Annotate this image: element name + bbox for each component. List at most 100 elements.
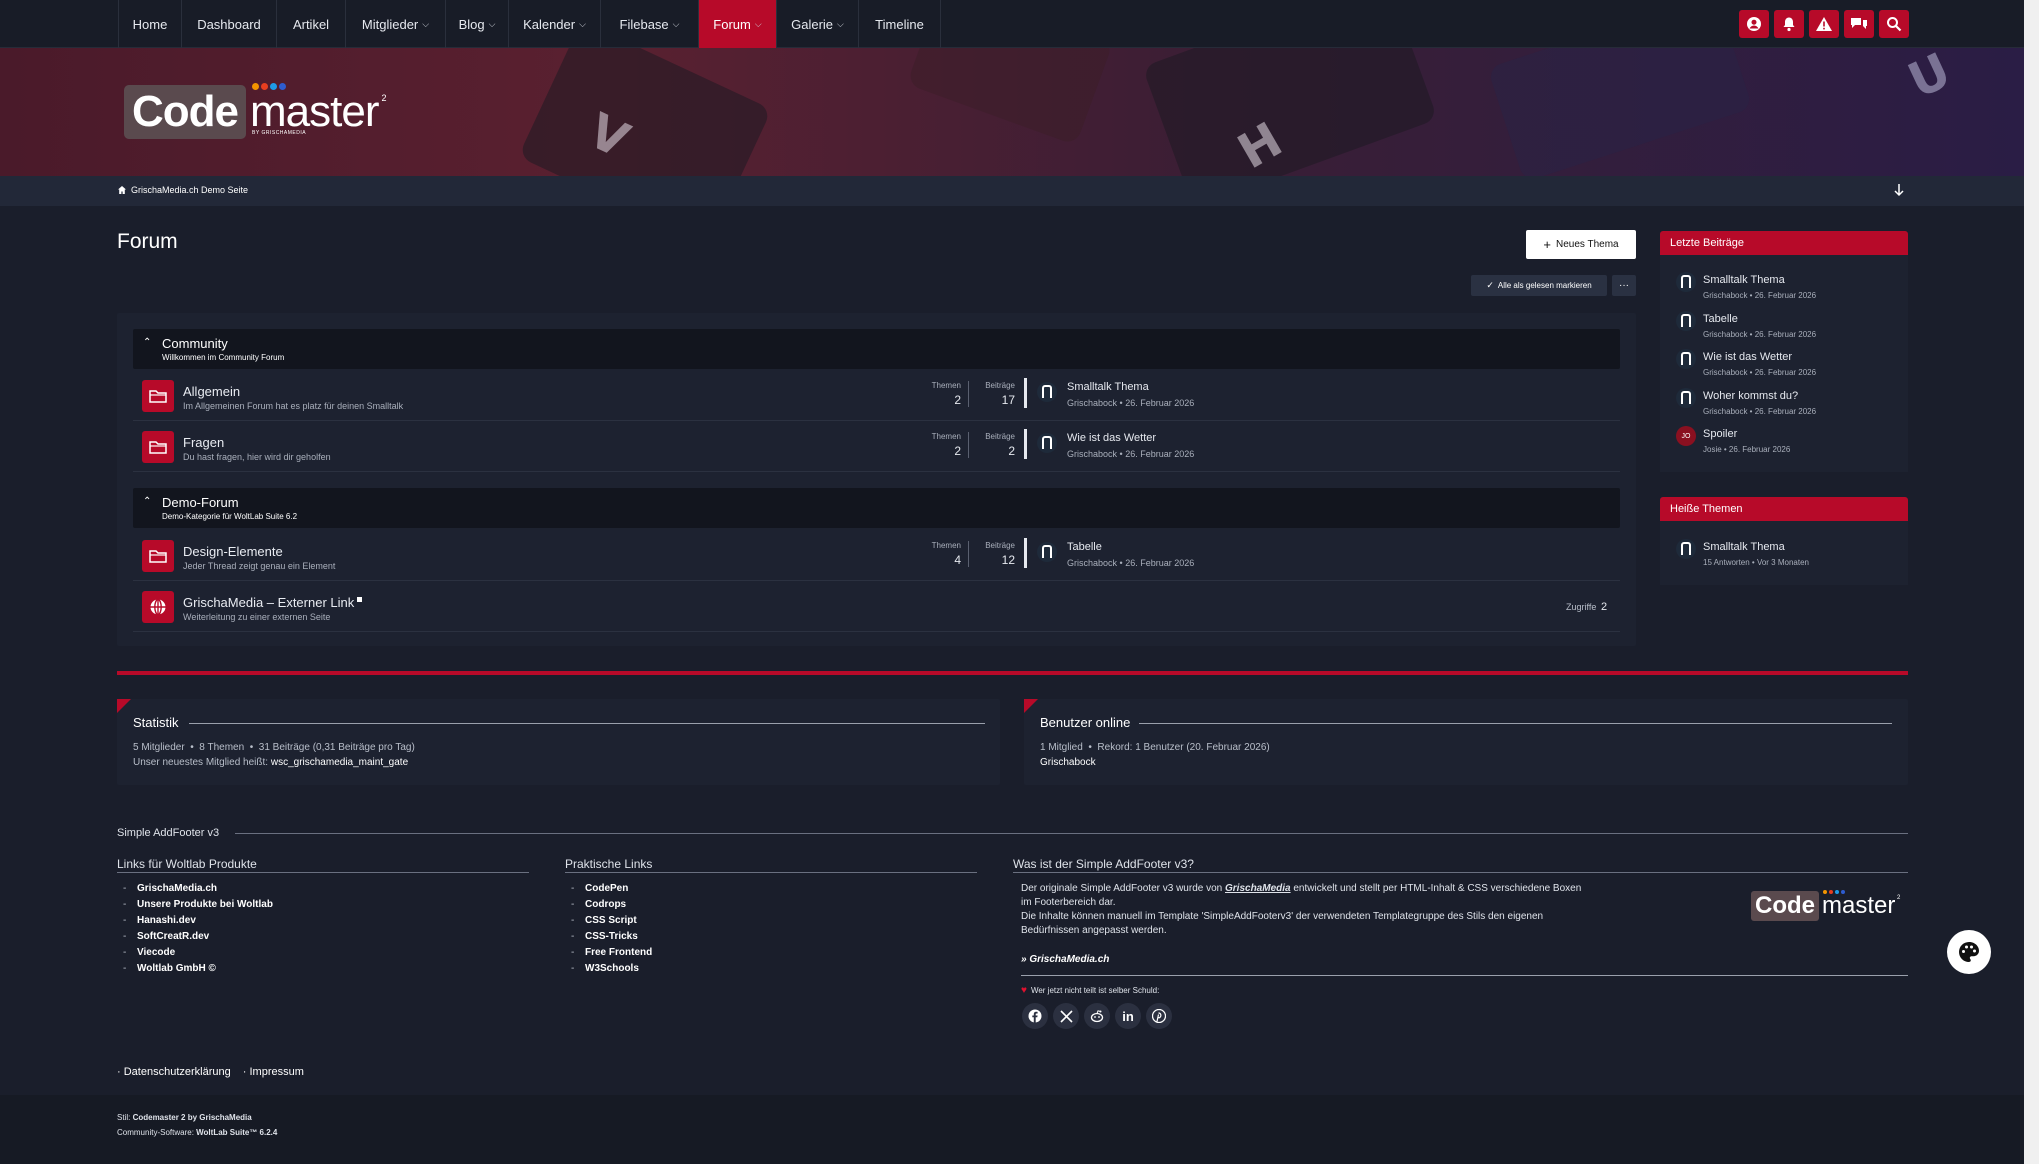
linkedin-share-button[interactable]: in [1115, 1003, 1141, 1029]
nav-artikel[interactable]: Artikel [277, 0, 346, 48]
latest-post-title[interactable]: Woher kommst du? [1703, 390, 1798, 402]
latest-post-title[interactable]: Tabelle [1703, 313, 1738, 325]
nav-home[interactable]: Home [118, 0, 182, 48]
board-title[interactable]: Fragen [183, 435, 224, 450]
footer-link[interactable]: SoftCreatR.dev [123, 931, 209, 942]
nav-blog[interactable]: Blog ⌵ [446, 0, 509, 48]
posts-label: Beiträge [985, 541, 1015, 550]
site-logo[interactable]: Code master 2 BY GRISCHAMEDIA [124, 83, 386, 139]
nav-label: Blog [458, 16, 485, 32]
software-link[interactable]: WoltLab Suite™ 6.2.4 [196, 1128, 277, 1137]
last-post-title[interactable]: Tabelle [1067, 541, 1102, 553]
category-title[interactable]: Demo-Forum [162, 495, 239, 510]
newest-member-link[interactable]: wsc_grischamedia_maint_gate [271, 757, 408, 768]
chevron-up-icon[interactable]: ⌃ [143, 496, 151, 507]
pinterest-share-button[interactable] [1146, 1003, 1172, 1029]
last-post-title[interactable]: Smalltalk Thema [1067, 381, 1149, 393]
chevron-down-icon: ⌵ [672, 18, 680, 29]
facebook-share-button[interactable] [1022, 1003, 1048, 1029]
user-menu-button[interactable] [1739, 10, 1769, 38]
moderation-button[interactable] [1809, 10, 1839, 38]
chevron-down-icon: ⌵ [754, 18, 762, 29]
board-row[interactable]: Design-Elemente Jeder Thread zeigt genau… [133, 531, 1620, 581]
avatar[interactable] [1037, 433, 1057, 453]
avatar[interactable] [1676, 388, 1696, 408]
footer-link[interactable]: Unsere Produkte bei Woltlab [123, 899, 273, 910]
last-post-date: 26. Februar 2026 [1125, 449, 1195, 459]
board-row[interactable]: Fragen Du hast fragen, hier wird dir geh… [133, 422, 1620, 472]
category-header[interactable]: ⌃ Community Willkommen im Community Foru… [133, 329, 1620, 369]
board-row-link[interactable]: GrischaMedia – Externer Link Weiterleitu… [133, 582, 1620, 632]
style-prefix: Stil: [117, 1113, 133, 1122]
grischamedia-link[interactable]: » GrischaMedia.ch [1021, 954, 1109, 965]
search-button[interactable] [1879, 10, 1909, 38]
board-title[interactable]: Design-Elemente [183, 544, 283, 559]
last-post-author[interactable]: Grischabock [1067, 558, 1117, 568]
footer-link[interactable]: W3Schools [571, 963, 639, 974]
last-post-author[interactable]: Grischabock [1067, 449, 1117, 459]
footer-link[interactable]: Free Frontend [571, 947, 652, 958]
nav-kalender[interactable]: Kalender ⌵ [509, 0, 601, 48]
nav-mitglieder[interactable]: Mitglieder ⌵ [346, 0, 446, 48]
logo-dot [1835, 890, 1839, 894]
footer-link[interactable]: Woltlab GmbH © [123, 963, 216, 974]
nav-filebase[interactable]: Filebase ⌵ [601, 0, 699, 48]
scroll-down-button[interactable] [1893, 182, 1905, 198]
heart-icon: ♥ [1021, 985, 1027, 996]
avatar[interactable] [1676, 539, 1696, 559]
footer-link[interactable]: CSS-Tricks [571, 931, 638, 942]
folder-icon [142, 431, 174, 463]
style-link[interactable]: Codemaster 2 by GrischaMedia [133, 1113, 252, 1122]
latest-post-title[interactable]: Wie ist das Wetter [1703, 351, 1792, 363]
nav-label: Kalender [523, 16, 576, 32]
bell-icon [1783, 17, 1795, 32]
board-link-title-row[interactable]: GrischaMedia – Externer Link [183, 595, 363, 610]
category-title[interactable]: Community [162, 336, 228, 351]
footer-col3-paragraph2: Die Inhalte können manuell im Template '… [1021, 911, 1544, 936]
footer-link[interactable]: Viecode [123, 947, 175, 958]
category-header[interactable]: ⌃ Demo-Forum Demo-Kategorie für WoltLab … [133, 488, 1620, 528]
chevron-up-icon[interactable]: ⌃ [143, 337, 151, 348]
footer-link[interactable]: Codrops [571, 899, 626, 910]
latest-post-title[interactable]: Smalltalk Thema [1703, 274, 1785, 286]
imprint-link[interactable]: · Impressum [243, 1066, 304, 1078]
footer-link[interactable]: CodePen [571, 883, 628, 894]
hot-topic-title[interactable]: Smalltalk Thema [1703, 541, 1785, 553]
footer-link[interactable]: Hanashi.dev [123, 915, 196, 926]
privacy-link[interactable]: · Datenschutzerklärung [117, 1066, 231, 1078]
style-changer-button[interactable] [1947, 930, 1991, 974]
new-topic-button[interactable]: + Neues Thema [1526, 230, 1636, 259]
latest-post-title[interactable]: Spoiler [1703, 428, 1737, 440]
mark-all-read-button[interactable]: ✓ Alle als gelesen markieren [1471, 275, 1607, 296]
breadcrumb[interactable]: GrischaMedia.ch Demo Seite [117, 185, 248, 195]
board-title[interactable]: Allgemein [183, 384, 240, 399]
avatar[interactable] [1037, 382, 1057, 402]
nav-galerie[interactable]: Galerie ⌵ [777, 0, 859, 48]
footer-link[interactable]: CSS Script [571, 915, 637, 926]
latest-post-meta: Josie • 26. Februar 2026 [1703, 445, 1791, 454]
nav-timeline[interactable]: Timeline [859, 0, 941, 48]
hits-label: Zugriffe [1566, 602, 1597, 612]
grischamedia-inline-link[interactable]: GrischaMedia [1225, 883, 1291, 894]
avatar[interactable]: JO [1676, 426, 1696, 446]
board-row[interactable]: Allgemein Im Allgemeinen Forum hat es pl… [133, 371, 1620, 421]
footer-links: · Datenschutzerklärung · Impressum [117, 1066, 304, 1078]
avatar[interactable] [1676, 349, 1696, 369]
footer-link[interactable]: GrischaMedia.ch [123, 883, 217, 894]
board-title[interactable]: GrischaMedia – Externer Link [183, 595, 354, 610]
x-share-button[interactable] [1053, 1003, 1079, 1029]
conversations-button[interactable] [1844, 10, 1874, 38]
logo-master-text: master [250, 87, 379, 136]
reddit-share-button[interactable] [1084, 1003, 1110, 1029]
last-post-title[interactable]: Wie ist das Wetter [1067, 432, 1156, 444]
notifications-button[interactable] [1774, 10, 1804, 38]
more-options-button[interactable]: ··· [1612, 275, 1636, 296]
nav-forum[interactable]: Forum ⌵ [699, 0, 777, 48]
scrollbar-track[interactable] [2024, 0, 2039, 1164]
avatar[interactable] [1037, 542, 1057, 562]
avatar[interactable] [1676, 311, 1696, 331]
nav-dashboard[interactable]: Dashboard [182, 0, 277, 48]
last-post-author[interactable]: Grischabock [1067, 398, 1117, 408]
avatar[interactable] [1676, 272, 1696, 292]
online-user-link[interactable]: Grischabock [1040, 757, 1096, 768]
